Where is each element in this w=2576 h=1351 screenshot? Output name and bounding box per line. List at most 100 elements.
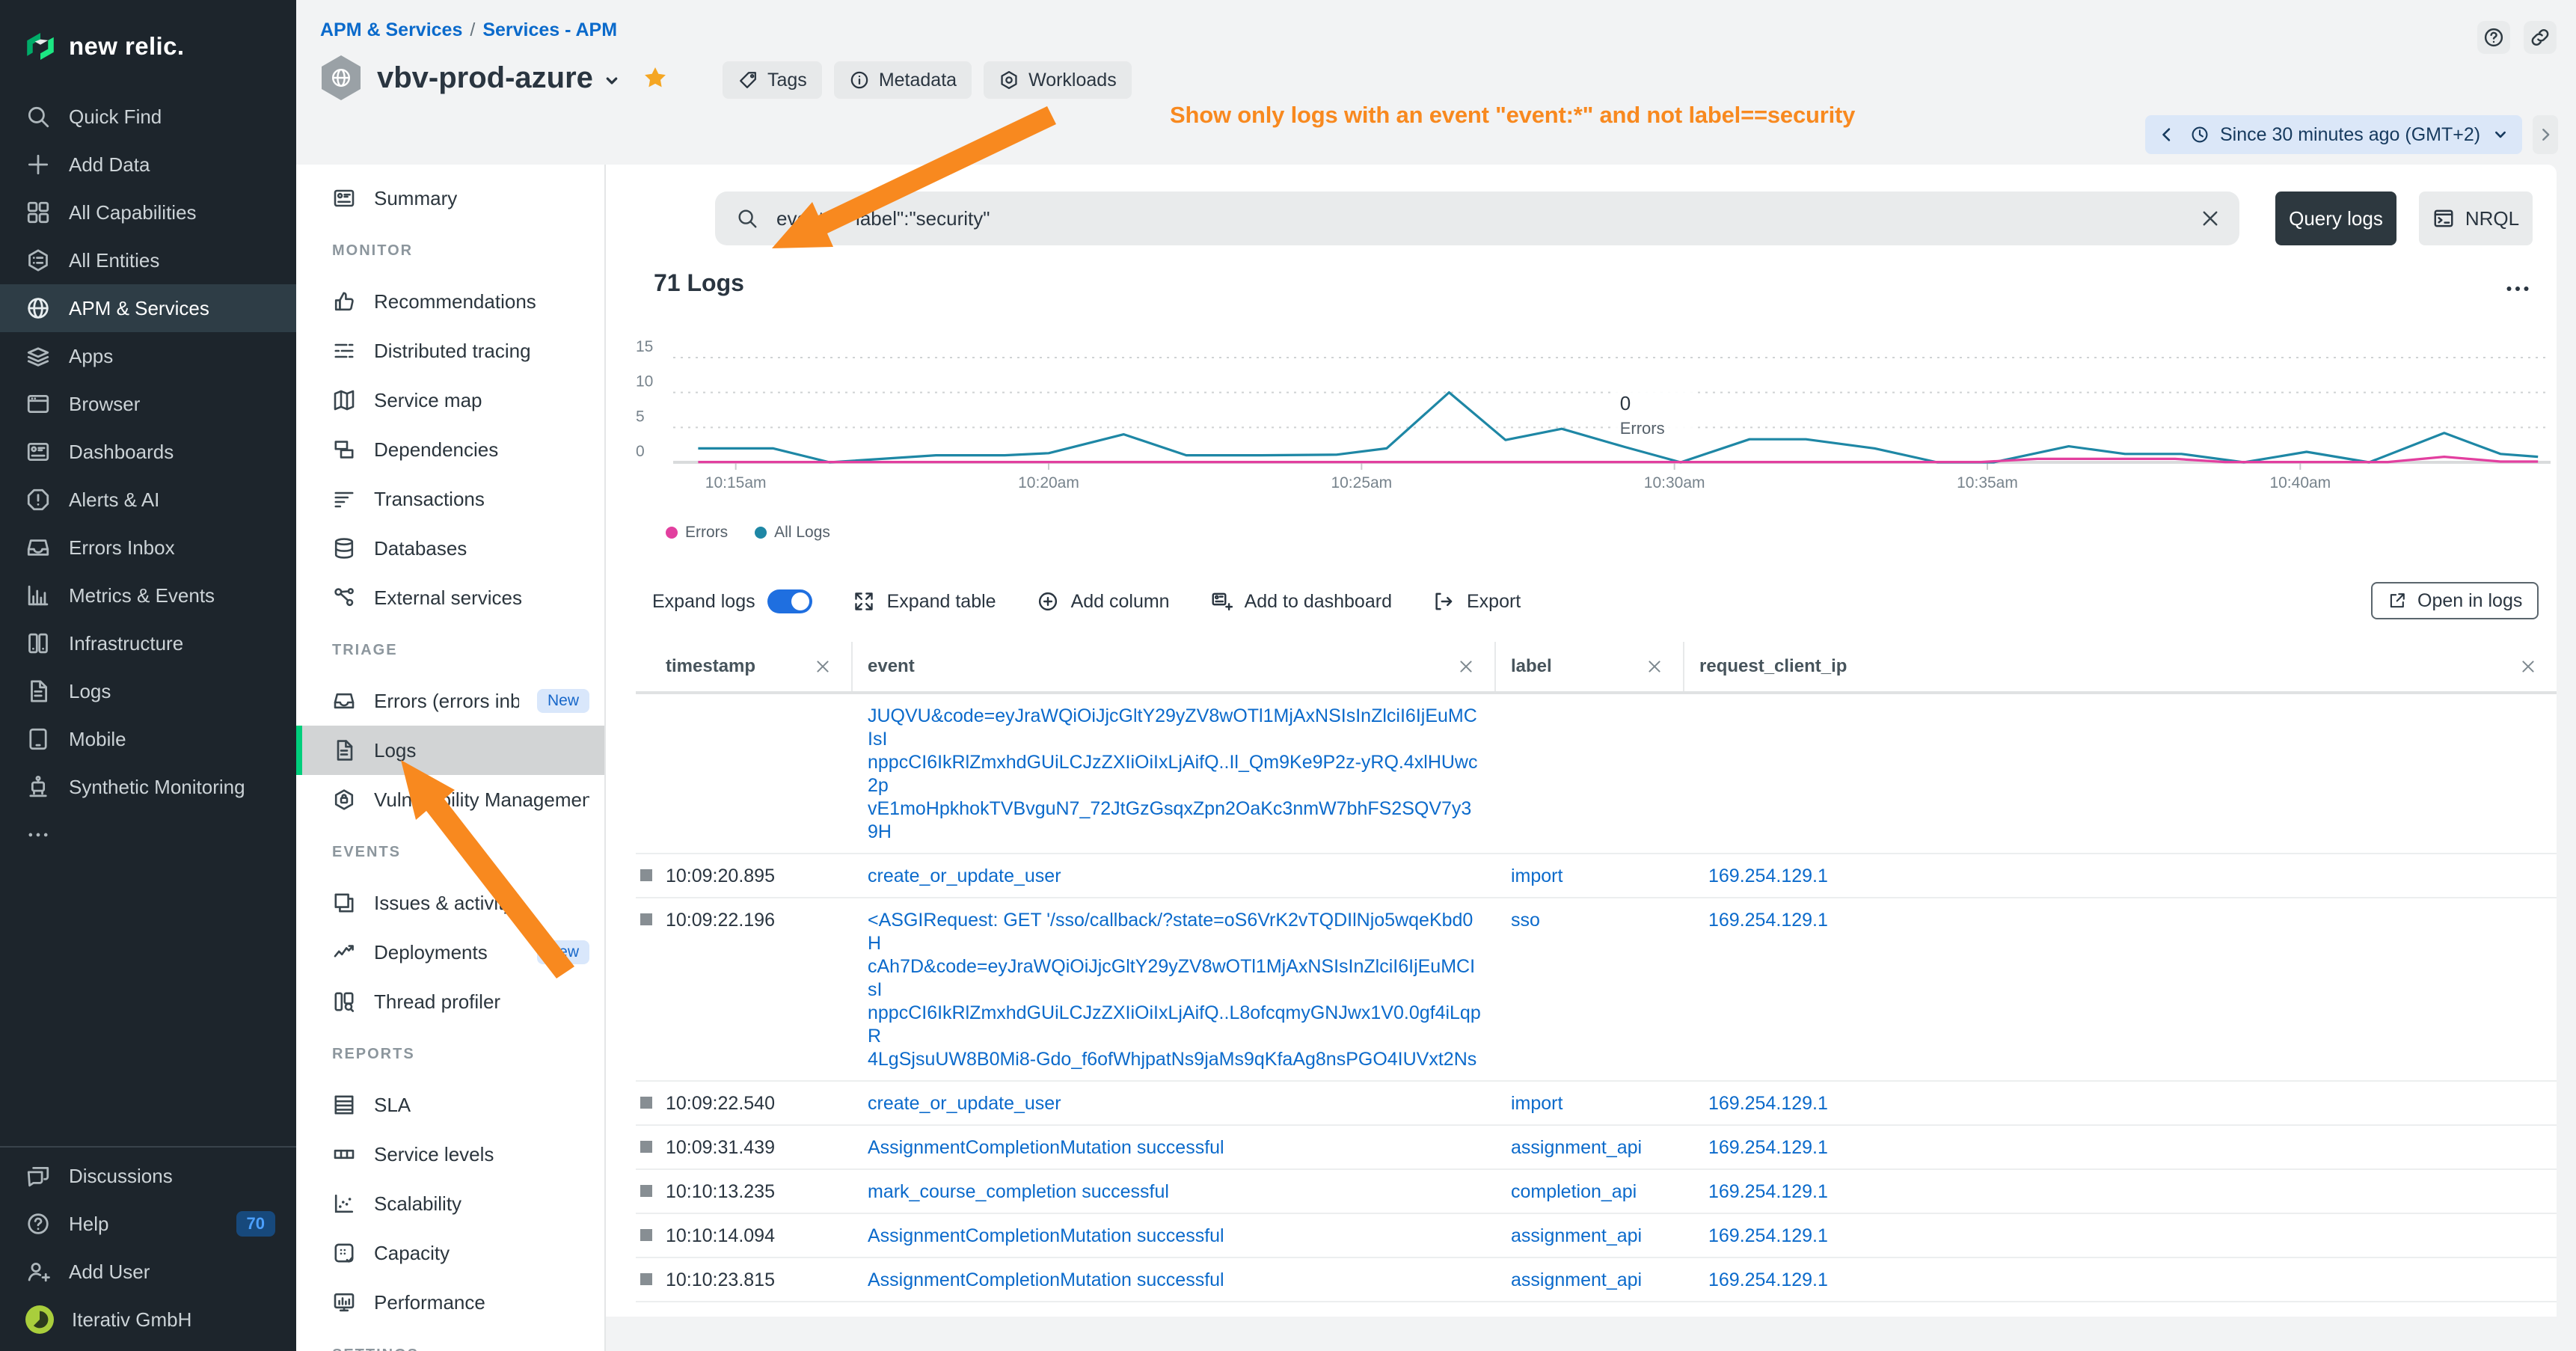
sidebar-item-add-data[interactable]: Add Data	[0, 141, 296, 189]
subnav-item-issues-activity[interactable]: Issues & activity	[296, 878, 604, 928]
log-ip-link[interactable]: 169.254.129.1	[1708, 1093, 1828, 1114]
title-chevron-down-icon[interactable]	[602, 71, 622, 91]
column-header-request_client_ip[interactable]: request_client_ip	[1684, 642, 2557, 691]
log-event-link[interactable]: AssignmentCompletionMutation successful	[868, 1314, 1224, 1317]
sidebar-item-errors-inbox[interactable]: Errors Inbox	[0, 524, 296, 572]
subnav-item-performance[interactable]: Performance	[296, 1278, 604, 1327]
time-next-chevron-button[interactable]	[2533, 115, 2558, 154]
log-label-link[interactable]: assignment_api	[1511, 1137, 1642, 1158]
log-row[interactable]: 10:09:20.895 create_or_update_user impor…	[636, 854, 2557, 898]
log-row[interactable]: 10:09:31.439 AssignmentCompletionMutatio…	[636, 1126, 2557, 1170]
subnav-item-service-levels[interactable]: Service levels	[296, 1130, 604, 1179]
sidebar-item-infrastructure[interactable]: Infrastructure	[0, 619, 296, 667]
legend-all-logs[interactable]: All Logs	[755, 524, 830, 542]
subnav-item-scalability[interactable]: Scalability	[296, 1179, 604, 1228]
log-event-link[interactable]: AssignmentCompletionMutation successful	[868, 1269, 1224, 1290]
log-label-link[interactable]: import	[1511, 1093, 1563, 1114]
add-to-dashboard-button[interactable]: Add to dashboard	[1210, 590, 1392, 613]
column-header-event[interactable]: event	[853, 642, 1496, 691]
breadcrumb-services-apm[interactable]: Services - APM	[482, 19, 617, 40]
log-event-link[interactable]: create_or_update_user	[868, 1093, 1061, 1114]
log-event-link[interactable]: mark_course_completion successful	[868, 1181, 1169, 1202]
column-header-timestamp[interactable]: timestamp	[636, 642, 853, 691]
subnav-item-transactions[interactable]: Transactions	[296, 474, 604, 524]
sidebar-footer-iterativ-gmbh[interactable]: Iterativ GmbH	[0, 1296, 296, 1344]
sidebar-item-quick-find[interactable]: Quick Find	[0, 93, 296, 141]
clear-search-icon[interactable]	[2199, 207, 2221, 230]
subnav-item-databases[interactable]: Databases	[296, 524, 604, 573]
tags-button[interactable]: Tags	[723, 61, 822, 99]
log-ip-link[interactable]: 169.254.129.1	[1708, 866, 1828, 886]
subnav-item-dependencies[interactable]: Dependencies	[296, 425, 604, 474]
sidebar-item-browser[interactable]: Browser	[0, 380, 296, 428]
log-query-input[interactable]	[773, 206, 2184, 232]
sidebar-item-apps[interactable]: Apps	[0, 332, 296, 380]
favorite-star-icon[interactable]	[643, 65, 668, 91]
log-row[interactable]: 10:09:22.540 create_or_update_user impor…	[636, 1082, 2557, 1126]
log-event-link[interactable]: AssignmentCompletionMutation successful	[868, 1225, 1224, 1246]
expand-logs-toggle[interactable]	[767, 589, 812, 613]
metadata-button[interactable]: Metadata	[834, 61, 972, 99]
sidebar-item-metrics-events[interactable]: Metrics & Events	[0, 572, 296, 619]
column-header-label[interactable]: label	[1496, 642, 1684, 691]
log-search-bar[interactable]	[715, 192, 2239, 245]
sidebar-footer-help[interactable]: Help 70	[0, 1200, 296, 1248]
breadcrumb-apm-services[interactable]: APM & Services	[320, 19, 462, 40]
legend-errors[interactable]: Errors	[666, 524, 728, 542]
subnav-item-deployments[interactable]: Deployments New	[296, 928, 604, 977]
sidebar-footer-discussions[interactable]: Discussions	[0, 1152, 296, 1200]
export-button[interactable]: Export	[1432, 590, 1521, 613]
logs-timeseries-chart[interactable]: 15105010:15am10:20am10:25am10:30am10:35a…	[636, 332, 2557, 515]
workloads-button[interactable]: Workloads	[984, 61, 1132, 99]
log-event-link[interactable]: create_or_update_user	[868, 866, 1061, 886]
log-ip-link[interactable]: 169.254.129.1	[1708, 1269, 1828, 1290]
subnav-item-distributed-tracing[interactable]: Distributed tracing	[296, 326, 604, 376]
help-button[interactable]	[2477, 21, 2510, 54]
query-logs-button[interactable]: Query logs	[2275, 192, 2396, 245]
log-row[interactable]: 10:10:35.305 AssignmentCompletionMutatio…	[636, 1302, 2557, 1317]
sidebar-item-dashboards[interactable]: Dashboards	[0, 428, 296, 476]
sidebar-item-mobile[interactable]: Mobile	[0, 715, 296, 763]
subnav-item-errors-errors-inb-[interactable]: Errors (errors inb... New	[296, 676, 604, 726]
log-label-link[interactable]: sso	[1511, 910, 1540, 931]
log-ip-link[interactable]: 169.254.129.1	[1708, 1137, 1828, 1158]
subnav-item-sla[interactable]: SLA	[296, 1080, 604, 1130]
nrql-button[interactable]: NRQL	[2419, 192, 2533, 245]
sidebar-item-logs[interactable]: Logs	[0, 667, 296, 715]
log-row[interactable]: 10:10:23.815 AssignmentCompletionMutatio…	[636, 1258, 2557, 1302]
log-label-link[interactable]: completion_api	[1511, 1181, 1637, 1202]
sidebar-item-all-capabilities[interactable]: All Capabilities	[0, 189, 296, 236]
log-ip-link[interactable]: 169.254.129.1	[1708, 1314, 1828, 1317]
sidebar-item-alerts-ai[interactable]: Alerts & AI	[0, 476, 296, 524]
subnav-item-recommendations[interactable]: Recommendations	[296, 277, 604, 326]
expand-table-button[interactable]: Expand table	[853, 590, 996, 613]
sidebar-item-synthetic-monitoring[interactable]: Synthetic Monitoring	[0, 763, 296, 811]
subnav-item-capacity[interactable]: Capacity	[296, 1228, 604, 1278]
time-previous-chevron-icon[interactable]	[2157, 125, 2177, 144]
subnav-item-summary[interactable]: Summary	[296, 174, 604, 223]
log-event-link[interactable]: <ASGIRequest: GET '/sso/callback/?state=…	[868, 910, 1481, 1070]
log-label-link[interactable]: assignment_api	[1511, 1269, 1642, 1290]
log-row[interactable]: 10:09:22.196 <ASGIRequest: GET '/sso/cal…	[636, 898, 2557, 1082]
subnav-item-external-services[interactable]: External services	[296, 573, 604, 622]
log-row[interactable]: JUQVU&code=eyJraWQiOiJjcGltY29yZV8wOTl1M…	[636, 694, 2557, 854]
time-picker[interactable]: Since 30 minutes ago (GMT+2)	[2145, 115, 2522, 154]
sidebar-footer-add-user[interactable]: Add User	[0, 1248, 296, 1296]
log-row[interactable]: 10:10:13.235 mark_course_completion succ…	[636, 1170, 2557, 1214]
log-label-link[interactable]: assignment_api	[1511, 1225, 1642, 1246]
copy-link-button[interactable]	[2524, 21, 2557, 54]
log-ip-link[interactable]: 169.254.129.1	[1708, 1225, 1828, 1246]
log-label-link[interactable]: import	[1511, 866, 1563, 886]
log-ip-link[interactable]: 169.254.129.1	[1708, 1181, 1828, 1202]
log-label-link[interactable]: assignment_api	[1511, 1314, 1642, 1317]
open-in-logs-button[interactable]: Open in logs	[2371, 582, 2539, 619]
sidebar-item-apm-services[interactable]: APM & Services	[0, 284, 296, 332]
subnav-item-vulnerability-management[interactable]: Vulnerability Management	[296, 775, 604, 824]
sidebar-item-more[interactable]	[0, 811, 296, 859]
subnav-item-thread-profiler[interactable]: Thread profiler	[296, 977, 604, 1026]
log-ip-link[interactable]: 169.254.129.1	[1708, 910, 1828, 931]
sidebar-item-all-entities[interactable]: All Entities	[0, 236, 296, 284]
log-event-link[interactable]: JUQVU&code=eyJraWQiOiJjcGltY29yZV8wOTl1M…	[868, 705, 1477, 842]
log-row[interactable]: 10:10:14.094 AssignmentCompletionMutatio…	[636, 1214, 2557, 1258]
subnav-item-service-map[interactable]: Service map	[296, 376, 604, 425]
